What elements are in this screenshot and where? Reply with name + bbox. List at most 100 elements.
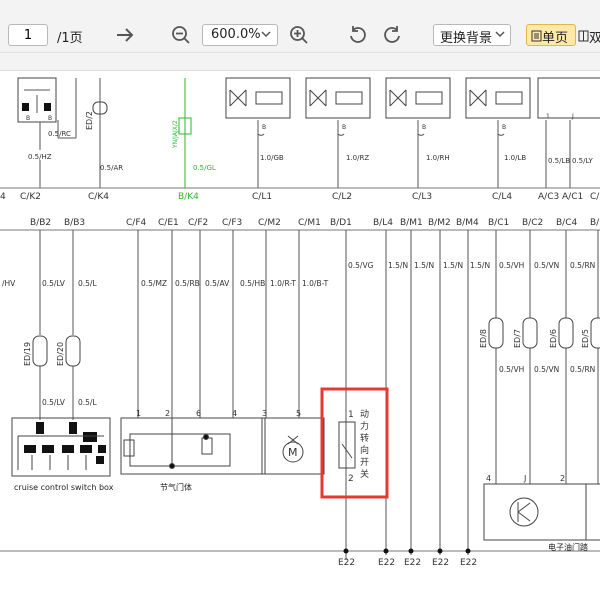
zoom-out-icon[interactable] [168, 22, 194, 48]
wire-label: 1.0/B-T [302, 279, 329, 288]
switch-name-char: 转 [360, 432, 369, 444]
throttle-body-label: 节气门体 [160, 482, 192, 492]
wire-label: 0.5/L [78, 279, 97, 288]
pin-label: 1 [348, 410, 354, 420]
wire-label: 0.5/VH [499, 261, 524, 270]
single-page-label: 单页 [542, 31, 569, 46]
pin-label: 2 [560, 474, 565, 483]
connector-label: C/K2 [20, 192, 41, 202]
motor-label: M [288, 446, 298, 459]
connector-label: C/M1 [298, 218, 321, 228]
rotate-right-icon[interactable] [380, 22, 406, 48]
wire-label: 0.5/VG [348, 261, 374, 270]
wire-label: 0.5/HZ [28, 153, 52, 161]
wire-label: 1.5/N [443, 261, 463, 270]
connector-label: B/M4 [456, 218, 479, 228]
connector-label: B/B2 [30, 218, 51, 228]
connector-label: B/K4 [178, 192, 199, 202]
pin-label: 5 [296, 409, 301, 418]
power-steering-switch [338, 421, 356, 469]
page-number-input[interactable] [8, 24, 48, 46]
ground-label: E22 [378, 558, 395, 568]
wire-label: 0.5/RN [570, 365, 595, 374]
wire-label: 0.5/VN [534, 261, 559, 270]
top-component-k2 [17, 77, 77, 150]
pin-label: J [523, 474, 526, 483]
wire-label: 0.5/VH [499, 365, 524, 374]
cruise-control-box [11, 417, 111, 477]
pin-label: 4 [232, 409, 237, 418]
connector-label: C/K4 [88, 192, 109, 202]
wire-label: 0.5/LB [548, 157, 570, 165]
pin-label: 1 [136, 409, 141, 418]
double-page-button[interactable]: 双 [578, 24, 600, 49]
wire-label: 0.5/VN [534, 365, 559, 374]
connector-label: C/F2 [188, 218, 208, 228]
wire-label: 1.5/N [414, 261, 434, 270]
arrow-right-icon[interactable] [112, 22, 138, 48]
wire-label: 0.5/MZ [141, 279, 167, 288]
schematic-view[interactable]: B B 0.5/RC 0.5/HZ ED/2 0.5/AR YN/JAJX/2 … [0, 70, 600, 594]
connector-label: B/ [590, 218, 600, 228]
double-page-label: 双 [589, 31, 600, 46]
switch-name-char: 动 [360, 409, 369, 420]
pin-label: B [342, 124, 346, 131]
connector-label: B/C4 [556, 218, 577, 228]
wire-label: 0.5/LY [572, 157, 593, 165]
connector-label: C/L2 [332, 192, 352, 202]
pin-label: 4 [486, 474, 491, 483]
connector-label: ED/5 [581, 329, 590, 348]
wire-label: 0.5/RC [48, 130, 71, 138]
double-page-icon [578, 30, 589, 46]
wire-label: 0.5/HB [240, 279, 265, 288]
switch-name-char: 力 [360, 420, 369, 432]
ground-label: E22 [460, 558, 477, 568]
switch-name-char: 开 [360, 457, 369, 468]
connector-label: B/L4 [373, 218, 393, 228]
wire-label: 1.0/LB [504, 154, 526, 162]
ground-label: E22 [338, 558, 355, 568]
pin-label: B [262, 124, 266, 131]
wire-label: 1.0/GB [260, 154, 284, 162]
green-connector-label: YN/JAJX/2 [172, 120, 179, 149]
connector-label: C/L3 [412, 192, 432, 202]
background-label: 更换背景 [440, 31, 493, 46]
pin-label: B [422, 124, 426, 131]
chevron-down-icon [494, 28, 506, 44]
rotate-left-icon[interactable] [344, 22, 370, 48]
wiring-diagram: B B 0.5/RC 0.5/HZ ED/2 0.5/AR YN/JAJX/2 … [0, 77, 600, 568]
single-page-button[interactable]: 单页 [526, 24, 576, 46]
zoom-select[interactable]: 600.0% [202, 24, 278, 46]
connector-label: A/C3 [538, 192, 559, 202]
connector-label: ED/2 [85, 111, 94, 130]
wire-label: 0.5/RB [175, 279, 200, 288]
connector-label: C/F4 [126, 218, 146, 228]
zoom-value: 600.0% [211, 27, 261, 42]
toolbar-divider [0, 52, 600, 53]
wire-label: 0.5/L [78, 398, 97, 407]
page-total: /1页 [57, 31, 83, 46]
pin-label: 3 [262, 409, 267, 418]
wire-label: /HV [2, 279, 16, 288]
switch-name-char: 关 [360, 468, 369, 480]
wire-label: 1.0/RZ [346, 154, 369, 162]
wire-label: 1.5/N [470, 261, 490, 270]
solenoid-group [225, 77, 600, 119]
pin-label: 2 [348, 474, 354, 484]
wire-label: 1.0/RH [426, 154, 450, 162]
green-wire: YN/JAJX/2 0.5/GL [172, 78, 216, 188]
connector-label: C/E1 [158, 218, 179, 228]
pin-label: B [502, 124, 506, 131]
background-select[interactable]: 更换背景 [433, 24, 511, 46]
switch-name-char: 向 [360, 444, 369, 456]
ground-label: E22 [404, 558, 421, 568]
electronic-pedal [483, 483, 600, 541]
connector-label: B/D1 [330, 218, 352, 228]
cruise-control-label: cruise control switch box [14, 483, 114, 492]
connector-label: A/C1 [562, 192, 583, 202]
wire-label: 1.5/N [388, 261, 408, 270]
wire-label: 0.5/LV [42, 398, 66, 407]
connector-label: B/B3 [64, 218, 85, 228]
zoom-in-icon[interactable] [286, 22, 312, 48]
pin-label: J [571, 113, 574, 120]
